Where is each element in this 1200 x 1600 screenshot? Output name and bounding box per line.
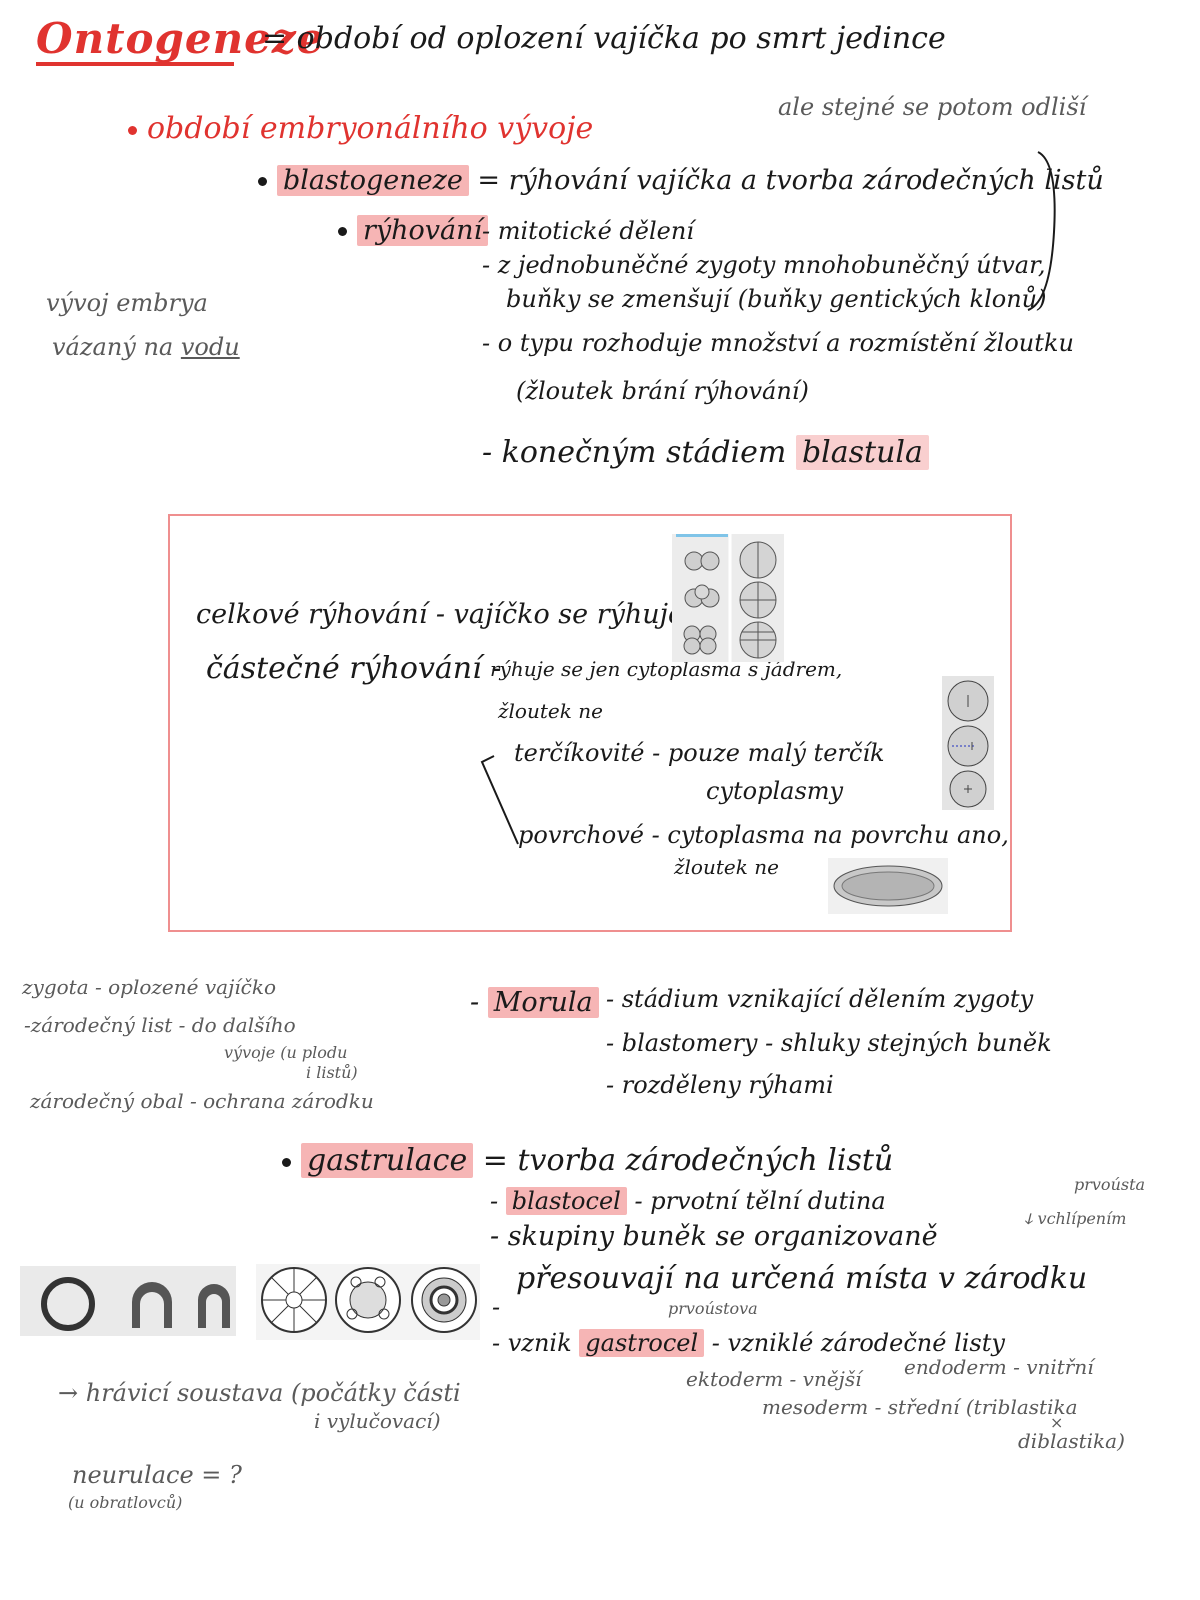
gastrulation-invagination-image [20, 1266, 236, 1336]
celkove-line: celkové rýhování - vajíčko se rýhuje cel… [196, 599, 749, 630]
blastocel-note-1: prvoústa [1074, 1175, 1146, 1194]
def-zarodecny-list-3: i listů) [306, 1063, 358, 1082]
morula-line-1: - stádium vznikající dělením zygoty [606, 985, 1034, 1013]
blastocel-note-2: ↆ vchlípením [1024, 1209, 1127, 1228]
ryhovani-line-2: - z jednobuněčné zygoty mnohobuněčný útv… [482, 251, 1046, 279]
bullet-icon [258, 177, 267, 186]
gastrulation-section-image [256, 1264, 480, 1340]
povrchove-line: povrchové - cytoplasma na povrchu ano, [518, 821, 1009, 849]
bracket-icon [1027, 151, 1056, 311]
morula-term: Morula [487, 987, 599, 1018]
title-definition: = období od oplození vajíčka po smrt jed… [262, 21, 946, 56]
bullet-icon [282, 1157, 291, 1167]
embryo-period-text: období embryonálního vývoje [147, 111, 594, 146]
morula-line: - Morula [470, 987, 599, 1018]
gastrulace-definition: = tvorba zárodečných listů [482, 1143, 894, 1178]
gastrulace-line: gastrulace = tvorba zárodečných listů [282, 1143, 894, 1178]
blastocel-desc: - prvotní tělní dutina [634, 1187, 886, 1215]
ryhovani-line: rýhování [338, 215, 489, 246]
blastocel-term: blastocel [505, 1187, 627, 1215]
arrow-note-line-2: i vylučovací) [314, 1409, 441, 1433]
def-zarodecny-list-2: vývoje (u plodu [224, 1043, 348, 1062]
diblastika-line: diblastika) [1018, 1429, 1125, 1453]
left-note-line-1: vývoj embrya [46, 289, 208, 317]
vznik-text: - vznik [492, 1329, 572, 1357]
arrow-note-line-1: → hrávicí soustava (počátky části [58, 1379, 461, 1407]
povrchove-line-2: žloutek ne [674, 855, 779, 879]
terckovite-line: terčíkovité - pouze malý terčík [514, 739, 885, 767]
gastrulace-skupiny: - skupiny buněk se organizovaně [490, 1221, 938, 1252]
branch-icon [480, 755, 519, 845]
ryhovani-line-5: (žloutek brání rýhování) [516, 377, 809, 405]
castecne-desc-2: žloutek ne [498, 699, 603, 723]
def-zygota: zygota - oplozené vajíčko [22, 975, 277, 999]
ryhovani-line-6: - konečným stádiem blastula [482, 435, 929, 470]
neurulace-line: neurulace = ? [72, 1461, 242, 1489]
title-underline [36, 62, 234, 66]
bullet-icon [338, 227, 347, 236]
endoderm-line: endoderm - vnitřní [904, 1355, 1094, 1379]
terckovite-line-2: cytoplasmy [706, 777, 844, 805]
superficial-cleavage-image [828, 858, 948, 914]
def-zarodecny-list: -zárodečný list - do dalšího [24, 1013, 296, 1037]
ektoderm-line: ektoderm - vnější [686, 1367, 862, 1391]
neurulace-line-2: (u obratlovců) [68, 1493, 183, 1512]
zarodecne-listy-text: - vzniklé zárodečné listy [711, 1329, 1005, 1357]
gastrocel-line: - vznik gastrocel - vzniklé zárodečné li… [492, 1329, 1005, 1357]
gastrocel-term: gastrocel [579, 1329, 705, 1357]
castecne-term: částečné rýhování - [206, 651, 502, 686]
side-note-top: ale stejné se potom odliší [778, 93, 1087, 121]
prvoustova-note: prvoústova [668, 1299, 758, 1318]
morula-line-2: - blastomery - shluky stejných buněk [606, 1029, 1052, 1057]
blastogeneze-definition: = rýhování vajíčka a tvorba zárodečných … [477, 165, 1104, 196]
ryhovani-line-3: buňky se zmenšují (buňky gentických klon… [506, 285, 1047, 313]
blastogeneze-term: blastogeneze [277, 165, 469, 196]
def-zarodecny-obal: zárodečný obal - ochrana zárodku [30, 1089, 374, 1113]
ryhovani-line-1: - mitotické dělení [482, 217, 694, 245]
dash-mark: - [492, 1293, 501, 1321]
left-note-text: vázaný na [52, 333, 174, 361]
gastrulace-term: gastrulace [301, 1143, 474, 1178]
ryhovani-final-text: - konečným stádiem [482, 435, 787, 470]
castecne-desc-1: rýhuje se jen cytoplasma s jádrem, [490, 657, 843, 681]
discoidal-cleavage-image [942, 676, 994, 810]
left-note-line-2: vázaný na vodu [52, 334, 240, 360]
mesoderm-line: mesoderm - střední (triblastika [762, 1395, 1078, 1419]
holoblastic-cleavage-image [672, 534, 784, 662]
morula-line-3: - rozděleny rýhami [606, 1071, 834, 1099]
left-note-underlined: vodu [180, 333, 240, 361]
blastula-term: blastula [795, 435, 929, 470]
gastrulace-presouvaji: přesouvají na určená místa v zárodku [516, 1261, 1088, 1296]
ryhovani-line-4: - o typu rozhoduje množství a rozmístění… [482, 329, 1074, 357]
embryo-period-heading: období embryonálního vývoje [128, 112, 593, 145]
bullet-icon [128, 125, 137, 135]
blastogeneze-line: blastogeneze = rýhování vajíčka a tvorba… [258, 165, 1104, 196]
ryhovani-term: rýhování [357, 215, 489, 246]
blastocel-line: - blastocel - prvotní tělní dutina [490, 1187, 886, 1215]
